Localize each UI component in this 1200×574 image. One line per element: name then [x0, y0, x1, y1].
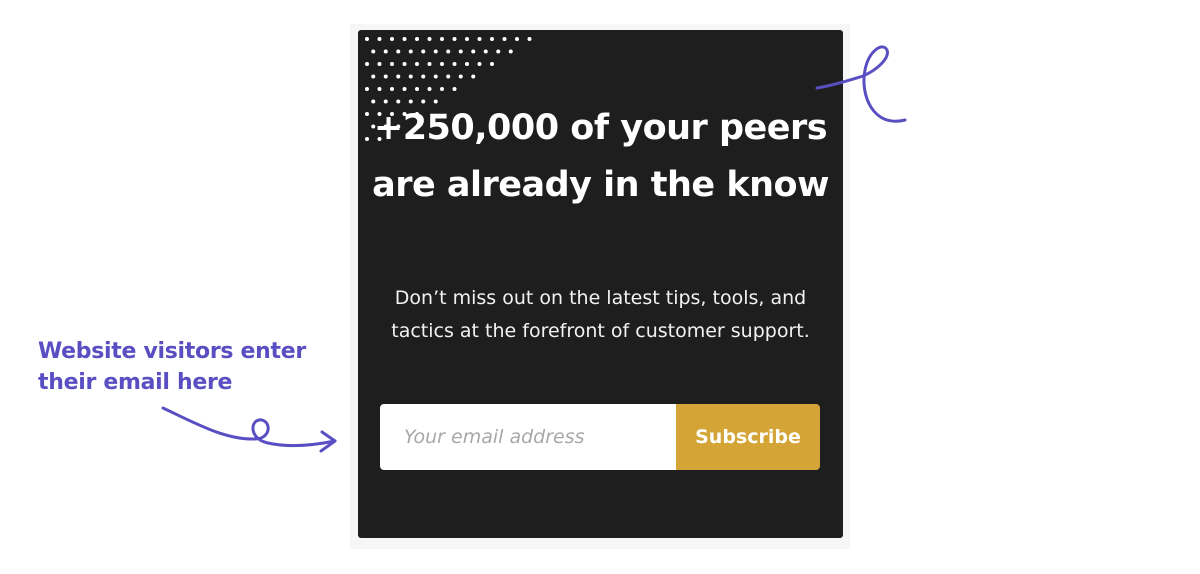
squiggle-icon [815, 45, 907, 123]
headline: +250,000 of your peers are already in th… [372, 108, 829, 205]
subtext: Don’t miss out on the latest tips, tools… [391, 287, 810, 342]
annotation-label: Website visitors enter their email here [38, 339, 306, 395]
page: +250,000 of your peers are already in th… [0, 0, 1200, 574]
newsletter-signup-card: +250,000 of your peers are already in th… [358, 30, 843, 538]
subscribe-button[interactable]: Subscribe [676, 404, 820, 470]
signup-form: Subscribe [380, 404, 820, 470]
curly-arrow-icon [161, 406, 337, 453]
email-input[interactable] [380, 404, 676, 470]
